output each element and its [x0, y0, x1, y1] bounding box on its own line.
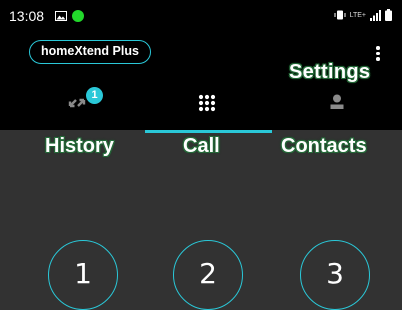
dialpad-icon — [198, 94, 216, 112]
keypad-key-2[interactable]: 2 — [173, 240, 243, 310]
notification-dot-icon — [72, 10, 84, 22]
status-icons: LTE+ — [334, 9, 392, 21]
brand-button[interactable]: homeXtend Plus — [29, 40, 151, 64]
gallery-icon — [55, 11, 67, 21]
status-time: 13:08 — [9, 8, 45, 24]
history-annotation: History — [45, 135, 114, 157]
missed-calls-icon — [68, 98, 86, 108]
tab-history[interactable]: 1 — [0, 84, 134, 130]
overflow-menu-icon[interactable] — [376, 46, 380, 62]
signal-icon — [370, 9, 381, 21]
settings-annotation: Settings — [289, 61, 371, 83]
history-badge: 1 — [86, 87, 103, 104]
keypad-key-1[interactable]: 1 — [48, 240, 118, 310]
battery-icon — [385, 9, 392, 21]
person-icon — [330, 94, 344, 109]
vibrate-icon — [334, 10, 346, 20]
contacts-annotation: Contacts — [281, 135, 367, 157]
status-bar: 13:08 LTE+ — [0, 0, 402, 30]
tab-contacts[interactable] — [268, 84, 402, 130]
tab-call[interactable] — [134, 84, 268, 130]
network-type-label: LTE+ — [349, 11, 366, 19]
app-bar: homeXtend Plus Settings 1 — [0, 30, 402, 130]
keypad-key-3[interactable]: 3 — [300, 240, 370, 310]
call-annotation: Call — [183, 135, 220, 157]
selected-tab-indicator — [145, 130, 272, 133]
